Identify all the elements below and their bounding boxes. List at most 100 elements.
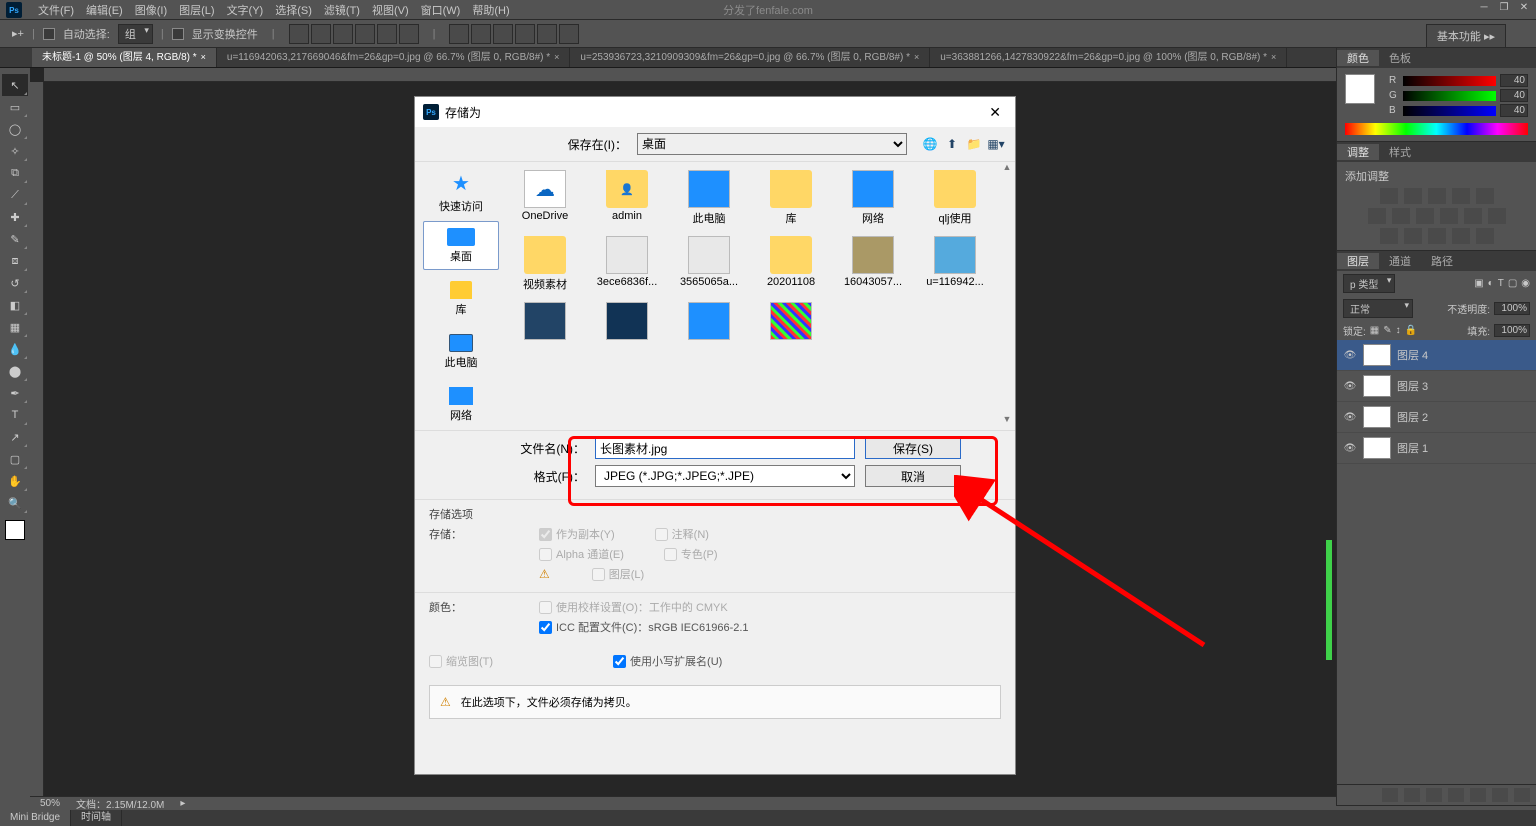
menu-file[interactable]: 文件(F) — [32, 2, 80, 18]
brush-tool[interactable]: ✎ — [2, 228, 28, 250]
file-item[interactable] — [679, 302, 739, 342]
file-item[interactable]: 20201108 — [761, 236, 821, 292]
file-item[interactable]: 👤admin — [597, 170, 657, 226]
link-icon[interactable] — [1382, 788, 1398, 802]
file-item[interactable]: 网络 — [843, 170, 903, 226]
doc-tab[interactable]: u=253936723,3210909309&fm=26&gp=0.jpg @ … — [570, 48, 930, 68]
layer-row[interactable]: 👁图层 4 — [1337, 340, 1536, 371]
panel-tab-swatch[interactable]: 色板 — [1379, 50, 1421, 66]
crop-tool[interactable]: ⧉ — [2, 162, 28, 184]
menu-filter[interactable]: 滤镜(T) — [318, 2, 366, 18]
opt-lowercase-ext[interactable]: 使用小写扩展名(U) — [613, 653, 722, 669]
adjust-icon[interactable] — [1464, 208, 1482, 224]
doc-tab[interactable]: 未标题-1 @ 50% (图层 4, RGB/8) *× — [32, 48, 217, 68]
filename-input[interactable] — [595, 437, 855, 459]
align-icon[interactable] — [355, 24, 375, 44]
menu-window[interactable]: 窗口(W) — [415, 2, 467, 18]
layer-row[interactable]: 👁 图层 3 — [1337, 371, 1536, 402]
file-item[interactable]: 3565065a... — [679, 236, 739, 292]
r-value[interactable]: 40 — [1500, 74, 1528, 87]
gradient-tool[interactable]: ▦ — [2, 316, 28, 338]
tab-close-icon[interactable]: × — [197, 52, 206, 62]
workspace-switcher[interactable]: 基本功能 — [1426, 24, 1506, 48]
file-browser[interactable]: ☁OneDrive 👤admin 此电脑 库 网络 qlj使用 视频素材 3ec… — [507, 162, 1015, 430]
sidebar-this-pc[interactable]: 此电脑 — [423, 328, 499, 377]
fill-value[interactable]: 100% — [1494, 324, 1530, 337]
sidebar-desktop[interactable]: 桌面 — [423, 221, 499, 270]
layer-name[interactable]: 图层 3 — [1397, 378, 1428, 394]
visibility-icon[interactable]: 👁 — [1343, 441, 1357, 455]
menu-edit[interactable]: 编辑(E) — [80, 2, 129, 18]
save-in-dropdown[interactable]: 桌面 — [637, 133, 907, 155]
shape-tool[interactable]: ▢ — [2, 448, 28, 470]
cancel-button[interactable]: 取消 — [865, 465, 961, 487]
auto-select-dropdown[interactable]: 组 — [118, 24, 153, 44]
heal-tool[interactable]: ✚ — [2, 206, 28, 228]
show-transform-checkbox[interactable] — [172, 28, 184, 40]
dialog-close-icon[interactable]: ✕ — [983, 104, 1007, 121]
panel-tab-channels[interactable]: 通道 — [1379, 253, 1421, 269]
doc-tab[interactable]: u=116942063,217669046&fm=26&gp=0.jpg @ 6… — [217, 48, 571, 68]
adjust-icon[interactable] — [1452, 228, 1470, 244]
mask-icon[interactable] — [1426, 788, 1442, 802]
nav-back-icon[interactable]: 🌐 — [921, 135, 939, 153]
fx-icon[interactable] — [1404, 788, 1420, 802]
marquee-tool[interactable]: ▭ — [2, 96, 28, 118]
align-icon[interactable] — [311, 24, 331, 44]
dodge-tool[interactable]: ⬤ — [2, 360, 28, 382]
align-icon[interactable] — [399, 24, 419, 44]
menu-view[interactable]: 视图(V) — [366, 2, 415, 18]
menu-layer[interactable]: 图层(L) — [173, 2, 220, 18]
r-slider[interactable] — [1403, 76, 1496, 86]
color-swatch[interactable] — [5, 520, 25, 540]
g-slider[interactable] — [1403, 91, 1496, 101]
bottom-tab-timeline[interactable]: 时间轴 — [71, 810, 122, 826]
adjust-icon[interactable] — [1428, 188, 1446, 204]
nav-view-icon[interactable]: ▦▾ — [987, 135, 1005, 153]
pen-tool[interactable]: ✒ — [2, 382, 28, 404]
format-dropdown[interactable]: JPEG (*.JPG;*.JPEG;*.JPE) — [595, 465, 855, 487]
stamp-tool[interactable]: ⧈ — [2, 250, 28, 272]
layer-row[interactable]: 👁 图层 1 — [1337, 433, 1536, 464]
hue-strip[interactable] — [1345, 123, 1528, 135]
tab-close-icon[interactable]: × — [1267, 52, 1276, 62]
file-item[interactable]: 此电脑 — [679, 170, 739, 226]
file-item[interactable]: 16043057... — [843, 236, 903, 292]
g-value[interactable]: 40 — [1500, 89, 1528, 102]
file-item[interactable]: ☁OneDrive — [515, 170, 575, 226]
adjust-icon[interactable] — [1440, 208, 1458, 224]
adjust-icon[interactable] — [1392, 208, 1410, 224]
fg-bg-swatch[interactable] — [1345, 74, 1375, 104]
file-scrollbar[interactable]: ▲▼ — [999, 162, 1015, 430]
distribute-icon[interactable] — [537, 24, 557, 44]
opt-icc[interactable]: ICC 配置文件(C)：sRGB IEC61966-2.1 — [539, 619, 749, 635]
sidebar-libraries[interactable]: 库 — [423, 274, 499, 323]
menu-help[interactable]: 帮助(H) — [466, 2, 515, 18]
wand-tool[interactable]: ✧ — [2, 140, 28, 162]
adjust-icon[interactable] — [1404, 188, 1422, 204]
auto-select-checkbox[interactable] — [43, 28, 55, 40]
adjust-icon[interactable] — [1428, 228, 1446, 244]
distribute-icon[interactable] — [471, 24, 491, 44]
tab-close-icon[interactable]: × — [910, 52, 919, 62]
group-icon[interactable] — [1470, 788, 1486, 802]
distribute-icon[interactable] — [559, 24, 579, 44]
b-value[interactable]: 40 — [1500, 104, 1528, 117]
move-tool[interactable]: ↖ — [2, 74, 28, 96]
menu-type[interactable]: 文字(Y) — [221, 2, 270, 18]
panel-tab-adjust[interactable]: 调整 — [1337, 144, 1379, 160]
zoom-level[interactable]: 50% — [40, 798, 60, 809]
file-item[interactable] — [515, 302, 575, 342]
menu-image[interactable]: 图像(I) — [129, 2, 173, 18]
visibility-icon[interactable]: 👁 — [1343, 379, 1357, 393]
file-item[interactable]: 库 — [761, 170, 821, 226]
visibility-icon[interactable]: 👁 — [1343, 348, 1357, 362]
maximize-button[interactable]: ❐ — [1496, 2, 1512, 14]
menu-select[interactable]: 选择(S) — [269, 2, 318, 18]
minimize-button[interactable]: ─ — [1476, 2, 1492, 14]
align-icon[interactable] — [289, 24, 309, 44]
layer-name[interactable]: 图层 1 — [1397, 440, 1428, 456]
distribute-icon[interactable] — [515, 24, 535, 44]
adjust-icon[interactable] — [1452, 188, 1470, 204]
panel-tab-style[interactable]: 样式 — [1379, 144, 1421, 160]
